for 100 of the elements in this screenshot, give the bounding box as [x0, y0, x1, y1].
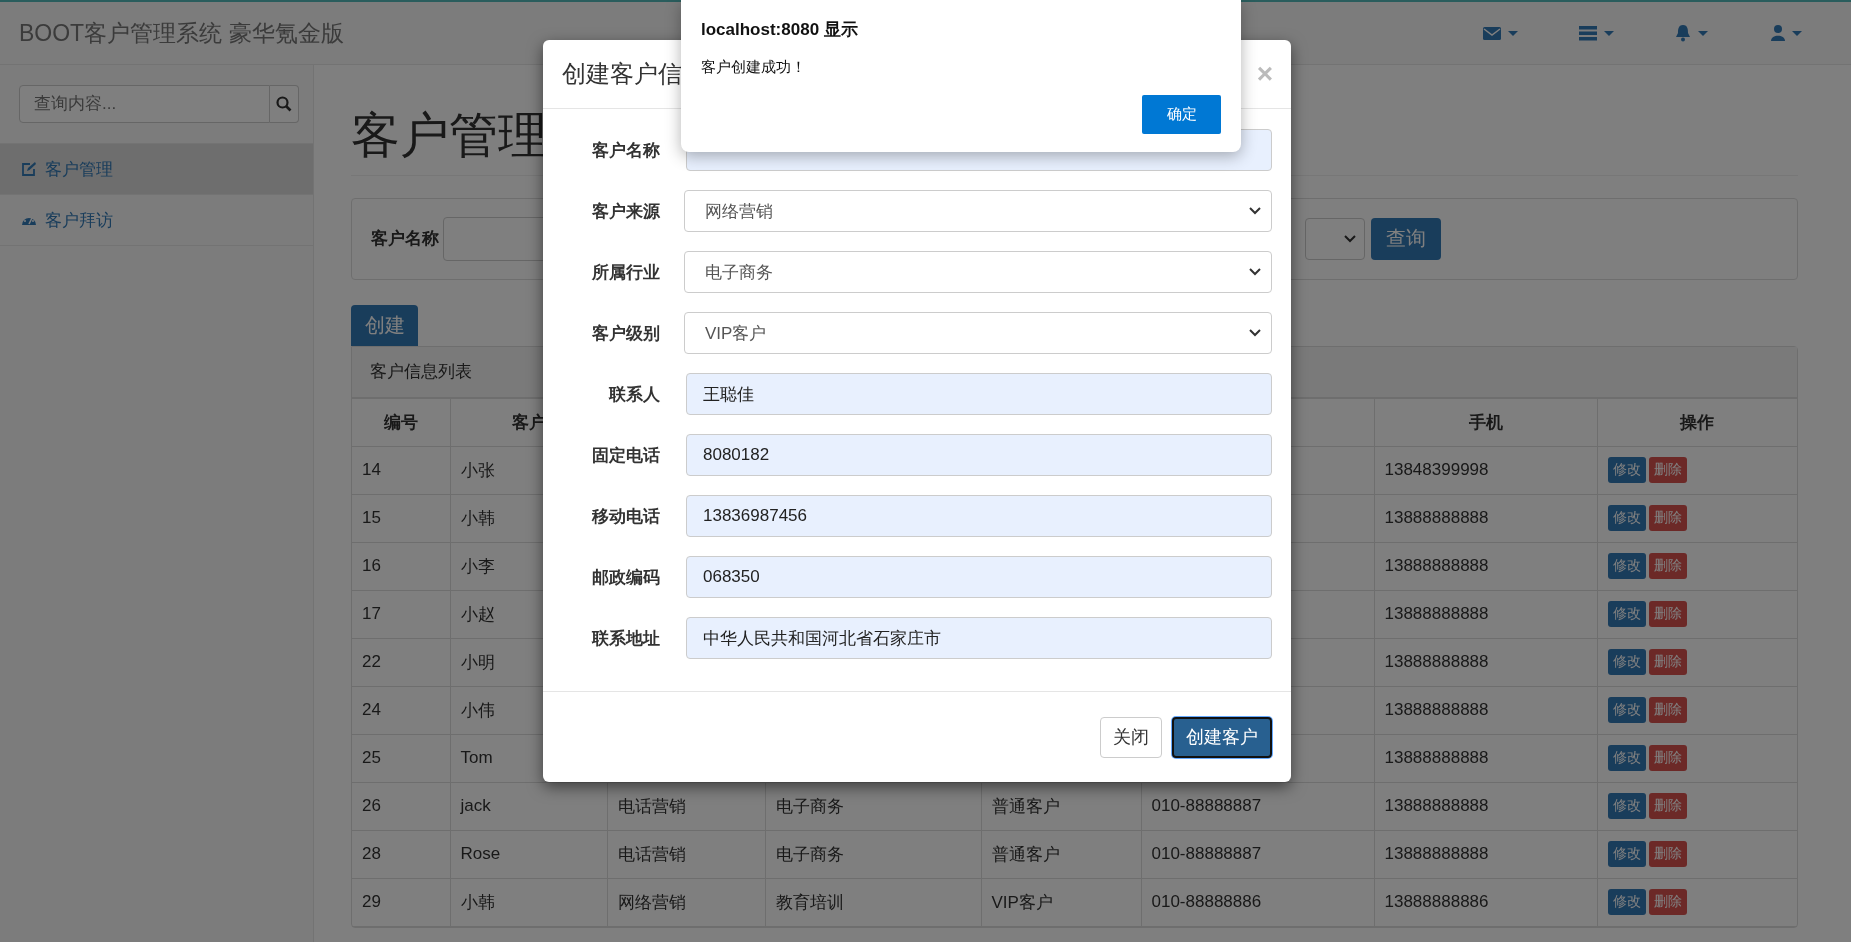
query-button[interactable]: 查询 [1371, 217, 1441, 260]
table-cell: 13888888888 [1384, 508, 1489, 528]
chevron-icon [1249, 268, 1261, 276]
close-button[interactable]: × [1256, 58, 1273, 90]
table-cell: 网络营销 [617, 892, 686, 912]
table-cell: 13888888888 [1384, 652, 1489, 672]
field-label: 客户名称 [371, 228, 439, 251]
select-field[interactable]: VIP客户 [684, 312, 1272, 354]
delete-button[interactable]: 删除 [1648, 745, 1687, 772]
table-cell: 25 [362, 748, 381, 768]
app-title: BOOT客户管理系统 豪华氪金版 [19, 18, 344, 48]
table-cell: 普通客户 [991, 796, 1060, 816]
table-cell: 010-88888887 [1151, 796, 1262, 816]
ok-button[interactable]: 确定 [1142, 95, 1221, 134]
edit-button[interactable]: 修改 [1607, 553, 1646, 580]
table-cell: 小明 [460, 652, 495, 672]
search-button[interactable] [270, 85, 299, 123]
edit-button[interactable]: 修改 [1607, 457, 1646, 484]
table-cell: 普通客户 [991, 844, 1060, 864]
field-label: 客户来源 [591, 200, 661, 223]
table-cell: 小张 [460, 460, 495, 480]
field-label: 邮政编码 [591, 566, 661, 589]
table-cell: 29 [362, 892, 381, 912]
edit-button[interactable]: 修改 [1607, 601, 1646, 628]
select-field[interactable] [1305, 217, 1365, 260]
close-dialog-button[interactable]: 关闭 [1100, 716, 1162, 758]
input-field[interactable]: 13836987456 [686, 495, 1272, 537]
table-cell: 小韩 [460, 508, 495, 528]
column-header: 手机 [1468, 412, 1503, 432]
field-label: 客户级别 [591, 322, 661, 345]
input-field[interactable]: 中华人民共和国河北省石家庄市 [686, 617, 1272, 659]
edit-button[interactable]: 修改 [1607, 745, 1646, 772]
chevron-icon [1249, 207, 1261, 215]
table-cell: VIP客户 [991, 892, 1053, 912]
table-cell: 14 [362, 460, 381, 480]
table-cell: 26 [362, 796, 381, 816]
delete-button[interactable]: 删除 [1648, 841, 1687, 868]
table-cell: 电话营销 [617, 844, 686, 864]
edit-button[interactable]: 修改 [1607, 889, 1646, 916]
table-cell: jack [460, 796, 491, 816]
table-cell: Rose [460, 844, 501, 864]
column-header: 编号 [383, 412, 418, 432]
edit-button[interactable]: 修改 [1607, 649, 1646, 676]
table-cell: 13888888888 [1384, 748, 1489, 768]
table-cell: 小赵 [460, 604, 495, 624]
field-label: 客户名称 [591, 139, 661, 162]
dialog-title: 创建客户信 [562, 59, 682, 89]
table-cell: 教育培训 [775, 892, 844, 912]
input-field[interactable]: 068350 [686, 556, 1272, 598]
table-cell: 13888888888 [1384, 556, 1489, 576]
table-cell: 24 [362, 700, 381, 720]
edit-button[interactable]: 修改 [1607, 841, 1646, 868]
delete-button[interactable]: 删除 [1648, 457, 1687, 484]
table-cell: 小李 [460, 556, 495, 576]
search-icon [276, 96, 292, 112]
table-cell: 13888888886 [1384, 892, 1489, 912]
input-field[interactable]: 王聪佳 [686, 373, 1272, 415]
table-cell: 28 [362, 844, 381, 864]
table-cell: 电子商务 [775, 844, 844, 864]
delete-button[interactable]: 删除 [1648, 601, 1687, 628]
edit-button[interactable]: 修改 [1607, 697, 1646, 724]
chevron-icon [1249, 329, 1261, 337]
table-cell: Tom [460, 748, 493, 768]
chevron-icon [1344, 234, 1356, 243]
table-cell: 010-88888886 [1151, 892, 1262, 912]
table-cell: 13888888888 [1384, 844, 1489, 864]
delete-button[interactable]: 删除 [1648, 649, 1687, 676]
field-label: 固定电话 [591, 444, 661, 467]
sidebar-item[interactable]: 客户拜访 [0, 194, 313, 246]
search-field[interactable]: 查询内容... [19, 85, 270, 123]
table-cell: 13888888888 [1384, 700, 1489, 720]
table-cell: 电话营销 [617, 796, 686, 816]
table-cell: 22 [362, 652, 381, 672]
sidebar-item[interactable]: 客户管理 [0, 143, 313, 194]
input-field[interactable]: 8080182 [686, 434, 1272, 476]
delete-button[interactable]: 删除 [1648, 793, 1687, 820]
column-header: 操作 [1680, 412, 1715, 432]
table-cell: 小韩 [460, 892, 495, 912]
create-button[interactable]: 创建 [351, 304, 418, 346]
select-field[interactable]: 网络营销 [684, 190, 1272, 232]
alert-message: 客户创建成功！ [701, 58, 807, 77]
delete-button[interactable]: 删除 [1648, 505, 1687, 532]
table-cell: 电子商务 [775, 796, 844, 816]
alert-title: localhost:8080 显示 [701, 19, 859, 41]
delete-button[interactable]: 删除 [1648, 553, 1687, 580]
table-cell: 16 [362, 556, 381, 576]
create-customer-button[interactable]: 创建客户 [1172, 716, 1272, 758]
delete-button[interactable]: 删除 [1648, 889, 1687, 916]
field-label: 联系地址 [590, 627, 661, 650]
select-field[interactable]: 电子商务 [684, 251, 1272, 293]
page-heading: 客户管理 [351, 109, 547, 163]
panel-title: 客户信息列表 [370, 361, 472, 384]
delete-button[interactable]: 删除 [1648, 697, 1687, 724]
edit-button[interactable]: 修改 [1607, 505, 1646, 532]
table-cell: 17 [362, 604, 381, 624]
field-label: 移动电话 [590, 505, 661, 528]
table-cell: 13888888888 [1384, 604, 1489, 624]
edit-button[interactable]: 修改 [1607, 793, 1646, 820]
field-label: 联系人 [607, 383, 661, 406]
table-cell: 15 [362, 508, 381, 528]
